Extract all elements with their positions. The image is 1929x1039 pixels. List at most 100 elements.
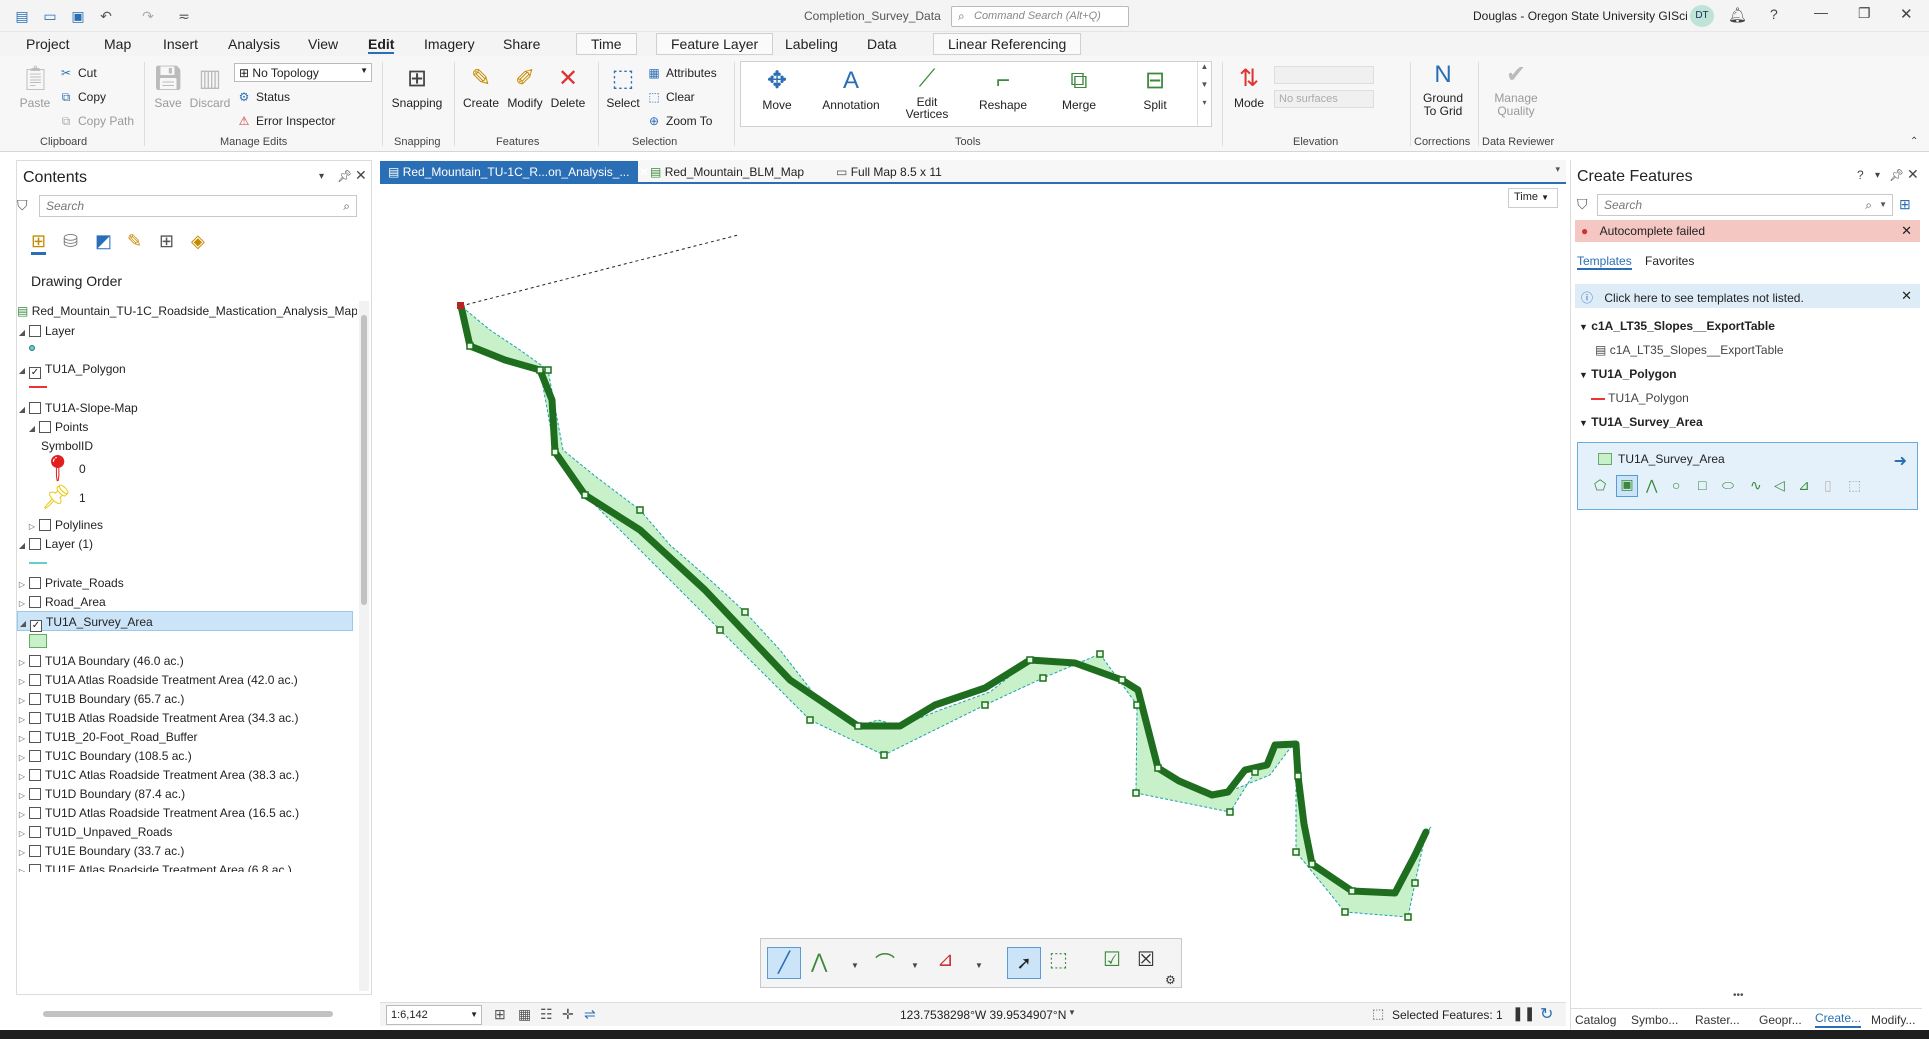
layer-checkbox[interactable] [29, 769, 41, 781]
move-button[interactable]: ✥ Move [749, 66, 805, 112]
manage-templates-icon[interactable]: ⊞ [1899, 196, 1911, 213]
layer-checkbox[interactable] [29, 864, 41, 872]
attributes-button[interactable]: ▦ Attributes [646, 64, 716, 82]
tab-geoprocessing[interactable]: Geopr... [1759, 1013, 1802, 1027]
snapping-button[interactable]: ⊞ Snapping [386, 64, 448, 110]
filter-icon[interactable]: ⛉ [17, 197, 28, 214]
select-pointer-icon[interactable]: ➚ [1007, 947, 1041, 979]
tab-raster[interactable]: Raster... [1695, 1013, 1740, 1027]
layer-row[interactable]: ▷ TU1E Boundary (33.7 ac.) [17, 841, 184, 861]
fixed-zoom-icon[interactable]: ⊞ [494, 1006, 506, 1023]
layer-row[interactable]: ▷ Road_Area [17, 592, 106, 612]
layer-checkbox[interactable] [29, 402, 41, 414]
extent-tool-icon[interactable]: ⬚ [1848, 477, 1861, 494]
trace-tool-icon[interactable]: ⊿ [937, 947, 954, 972]
tab-list-icon[interactable]: ▾ [1555, 164, 1560, 175]
rectangle-tool-icon[interactable]: ▣ [1616, 475, 1638, 497]
new-project-icon[interactable]: ▤ [14, 8, 30, 24]
split-tool-icon[interactable]: ▯ [1824, 477, 1832, 494]
save-icon[interactable]: ▣ [70, 8, 86, 24]
layer-row[interactable]: ▷ TU1B_20-Foot_Road_Buffer [17, 727, 198, 747]
menu-share[interactable]: Share [503, 36, 540, 52]
line-tool-icon[interactable]: ╱ [767, 947, 801, 979]
surface-dropdown[interactable]: No surfaces [1274, 90, 1374, 108]
editing-view-icon[interactable]: ✎ [127, 231, 142, 252]
layer-checkbox[interactable] [29, 674, 41, 686]
layer-row[interactable]: ▷ Private_Roads [17, 573, 124, 593]
gallery-scroll[interactable]: ▲ ▼ ▾ [1197, 62, 1211, 126]
expand-icon[interactable]: ◢ [17, 400, 27, 420]
minimize-icon[interactable]: — [1814, 4, 1828, 20]
select-button[interactable]: ⬚ Select [602, 64, 644, 110]
templates-search-input[interactable]: Search ⌕ ▼ [1597, 194, 1893, 216]
layer-row[interactable]: ▷ TU1A Boundary (46.0 ac.) [17, 651, 184, 671]
layer-row[interactable]: ▷ TU1A Atlas Roadside Treatment Area (42.… [17, 670, 298, 690]
layer-checkbox[interactable] [29, 826, 41, 838]
trace-tool-icon[interactable]: ⊿ [1798, 477, 1810, 494]
status-button[interactable]: ⚙ Status [236, 88, 290, 106]
template-group-header[interactable]: ▼ TU1A_Polygon [1579, 364, 1677, 384]
freehand-tool-icon[interactable]: ∿ [1750, 477, 1762, 494]
menu-analysis[interactable]: Analysis [228, 36, 280, 52]
tab-modify-features[interactable]: Modify... [1871, 1013, 1915, 1027]
map-node[interactable]: ▤ Red_Mountain_TU-1C_Roadside_Masticatio… [17, 301, 357, 321]
template-item[interactable]: TU1A_Polygon [1591, 388, 1689, 408]
layer-row[interactable]: ◢ TU1A-Slope-Map [17, 398, 138, 418]
menu-view[interactable]: View [308, 36, 338, 52]
selected-template[interactable]: TU1A_Survey_Area ➜ ⬠ ▣ ⋀ ○ □ ⬭ ∿ ◁ ⊿ ▯ ⬚ [1577, 442, 1918, 510]
discard-button[interactable]: ▥ Discard [188, 64, 232, 110]
layer-checkbox[interactable]: ✓ [30, 620, 42, 632]
paste-button[interactable]: 📋︎ Paste [14, 64, 56, 110]
open-icon[interactable]: ▭ [42, 8, 58, 24]
help-icon[interactable]: ? [1857, 168, 1864, 182]
restore-icon[interactable]: ❐ [1858, 5, 1871, 22]
filter-icon[interactable]: ⛉ [1577, 196, 1588, 213]
data-source-icon[interactable]: ⛁ [63, 231, 78, 252]
menu-edit[interactable]: Edit [368, 36, 395, 54]
delete-button[interactable]: ✕ Delete [548, 64, 588, 110]
tab-symbology[interactable]: Symbo... [1631, 1013, 1678, 1027]
template-group-header[interactable]: ▼ TU1A_Survey_Area [1579, 412, 1703, 432]
contents-vertical-scrollbar[interactable] [359, 301, 369, 991]
notifications-icon[interactable]: 🔔︎ [1728, 6, 1747, 24]
selection-view-icon[interactable]: ◩ [95, 231, 112, 252]
expand-icon[interactable]: ▷ [17, 862, 27, 872]
copy-path-button[interactable]: ⧉ Copy Path [58, 112, 134, 130]
layer-checkbox[interactable] [29, 731, 41, 743]
ellipse-tool-icon[interactable]: ⬭ [1722, 477, 1734, 494]
right-angle-tool-icon[interactable]: ⋀ [1646, 477, 1657, 494]
layer-checkbox[interactable] [29, 538, 41, 550]
close-window-icon[interactable]: ✕ [1900, 5, 1913, 23]
chevron-down-icon[interactable]: ▼ [1068, 1008, 1076, 1017]
avatar[interactable]: DT [1690, 5, 1714, 27]
layer-checkbox[interactable] [39, 421, 51, 433]
layer-row[interactable]: ▷ TU1D Atlas Roadside Treatment Area (16.… [17, 803, 299, 823]
map-canvas[interactable] [380, 184, 1566, 984]
layer-row[interactable]: ▷ TU1E Atlas Roadside Treatment Area (6.8… [17, 860, 292, 872]
command-search-input[interactable]: ⌕ Command Search (Alt+Q) [951, 6, 1129, 27]
contents-search-input[interactable]: Search ⌕ [39, 195, 357, 217]
layer-checkbox[interactable] [29, 596, 41, 608]
menu-data[interactable]: Data [867, 36, 897, 52]
layer-row[interactable]: ▷ TU1D Boundary (87.4 ac.) [17, 784, 185, 804]
clear-button[interactable]: ⬚ Clear [646, 88, 694, 106]
layer-row[interactable]: ▷ TU1C Boundary (108.5 ac.) [17, 746, 192, 766]
expand-icon[interactable]: ◢ [17, 323, 27, 343]
mode-button[interactable]: ⇅ Mode [1226, 64, 1272, 110]
layer-checkbox[interactable] [29, 577, 41, 589]
layer-row[interactable]: ◢ Points [27, 417, 88, 437]
tab-layout[interactable]: ▭ Full Map 8.5 x 11 [828, 161, 950, 183]
navigator-icon[interactable]: ⇌ [584, 1006, 596, 1023]
labeling-view-icon[interactable]: ◈ [191, 231, 205, 252]
menu-labeling[interactable]: Labeling [785, 36, 838, 52]
square-tool-icon[interactable]: □ [1698, 477, 1706, 493]
ground-to-grid-button[interactable]: N Ground To Grid [1414, 60, 1472, 118]
finish-sketch-icon[interactable]: ☑ [1103, 947, 1121, 972]
refresh-icon[interactable]: ↻ [1540, 1004, 1553, 1024]
tab-catalog[interactable]: Catalog [1575, 1013, 1616, 1027]
topology-dropdown[interactable]: ⊞ No Topology ▼ [234, 63, 372, 82]
arrow-right-icon[interactable]: ➜ [1894, 451, 1907, 471]
reshape-button[interactable]: ⌐ Reshape [973, 66, 1033, 112]
elevation-value[interactable] [1274, 66, 1374, 84]
right-angle-tool-icon[interactable]: ⋀ [811, 949, 827, 974]
